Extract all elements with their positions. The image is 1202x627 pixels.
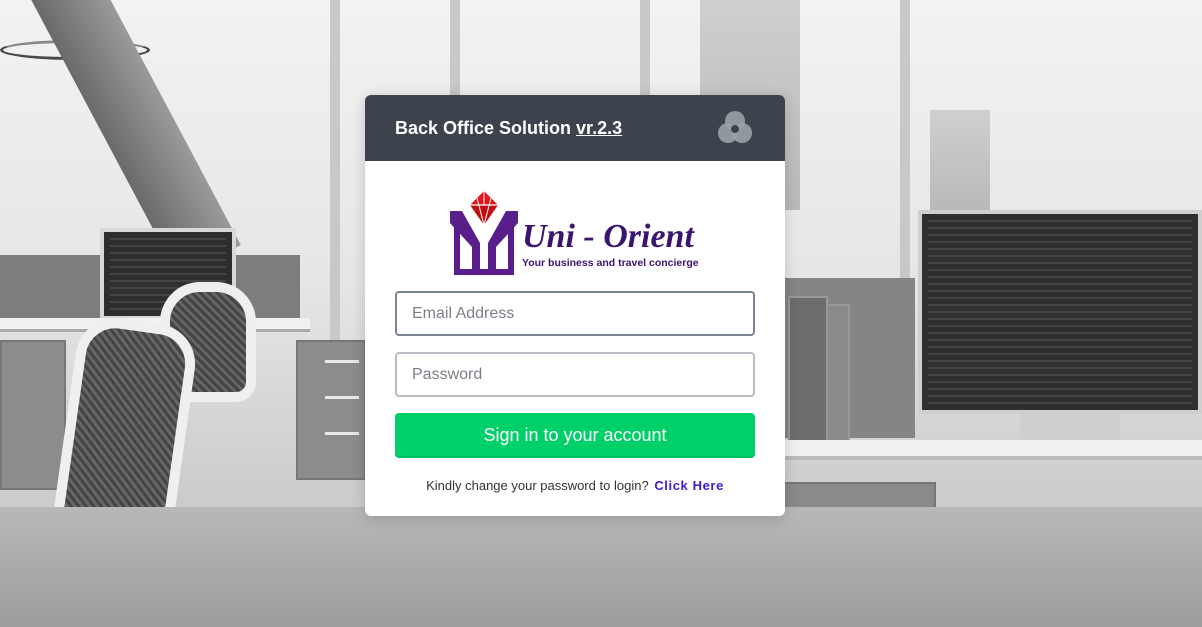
logo-tagline-text: Your business and travel concierge (522, 257, 699, 269)
three-circles-icon (718, 111, 752, 143)
sign-in-button[interactable]: Sign in to your account (395, 413, 755, 458)
card-header: Back Office Solution vr.2.3 (365, 95, 785, 161)
email-field[interactable] (395, 291, 755, 336)
card-body: Uni - Orient Your business and travel co… (365, 161, 785, 493)
app-title: Back Office Solution vr.2.3 (395, 118, 622, 139)
logo-brand-text: Uni - Orient (522, 218, 695, 255)
app-title-text: Back Office Solution (395, 117, 572, 138)
uni-orient-logo: Uni - Orient Your business and travel co… (450, 191, 699, 275)
password-field[interactable] (395, 352, 755, 397)
password-change-note: Kindly change your password to login? Cl… (395, 478, 755, 493)
version-link[interactable]: vr.2.3 (576, 118, 622, 138)
login-card: Back Office Solution vr.2.3 Uni - Orient… (365, 95, 785, 516)
click-here-link[interactable]: Click Here (654, 478, 724, 493)
note-text: Kindly change your password to login? (426, 478, 649, 493)
gem-icon (470, 191, 498, 226)
